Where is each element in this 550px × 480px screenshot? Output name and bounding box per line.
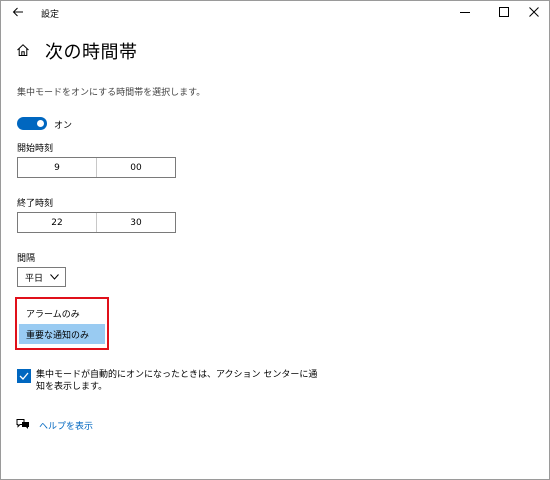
toggle-label: オン [54,121,73,131]
start-time-label: 開始時刻 [17,144,54,154]
settings-window: 設定 次の時間帯 集中モードをオンにする時間帯を選択します。 オン 開始時刻 9… [0,0,550,480]
minimize-icon [460,12,470,13]
back-arrow-icon [12,7,23,17]
end-time-picker[interactable]: 22 30 [17,212,176,233]
focus-toggle-switch[interactable] [17,117,47,130]
page-description: 集中モードをオンにする時間帯を選択します。 [17,88,206,98]
start-time-picker[interactable]: 9 00 [17,157,176,178]
dropdown-option-priority-only[interactable]: 重要な通知のみ [19,324,105,344]
end-minute[interactable]: 30 [96,213,175,232]
title-bar: 設定 [1,1,549,23]
repeat-selected-value: 平日 [25,273,44,284]
checkmark-icon [19,372,29,380]
window-title: 設定 [41,10,60,20]
maximize-button[interactable] [489,3,519,21]
dropdown-option-alarms-only[interactable]: アラームのみ [19,303,105,323]
repeat-select[interactable]: 平日 [17,267,66,287]
back-button[interactable] [7,4,29,20]
notify-checkbox[interactable] [17,369,31,383]
end-hour[interactable]: 22 [18,213,96,232]
repeat-label: 間隔 [17,254,36,264]
end-time-label: 終了時刻 [17,199,54,209]
close-icon [529,7,539,17]
maximize-icon [499,7,509,17]
chevron-down-icon [50,274,59,280]
help-link[interactable]: ヘルプを表示 [39,419,93,432]
home-icon[interactable] [16,43,30,57]
minimize-button[interactable] [450,3,480,21]
focus-level-dropdown: アラームのみ 重要な通知のみ [15,297,109,350]
page-title: 次の時間帯 [45,42,138,63]
toggle-knob [37,120,44,127]
close-button[interactable] [519,3,549,21]
notify-checkbox-label: 集中モードが自動的にオンになったときは、アクション センターに通知を表示します。 [36,370,318,392]
start-hour[interactable]: 9 [18,158,96,177]
help-chat-icon [16,419,29,429]
start-minute[interactable]: 00 [96,158,175,177]
